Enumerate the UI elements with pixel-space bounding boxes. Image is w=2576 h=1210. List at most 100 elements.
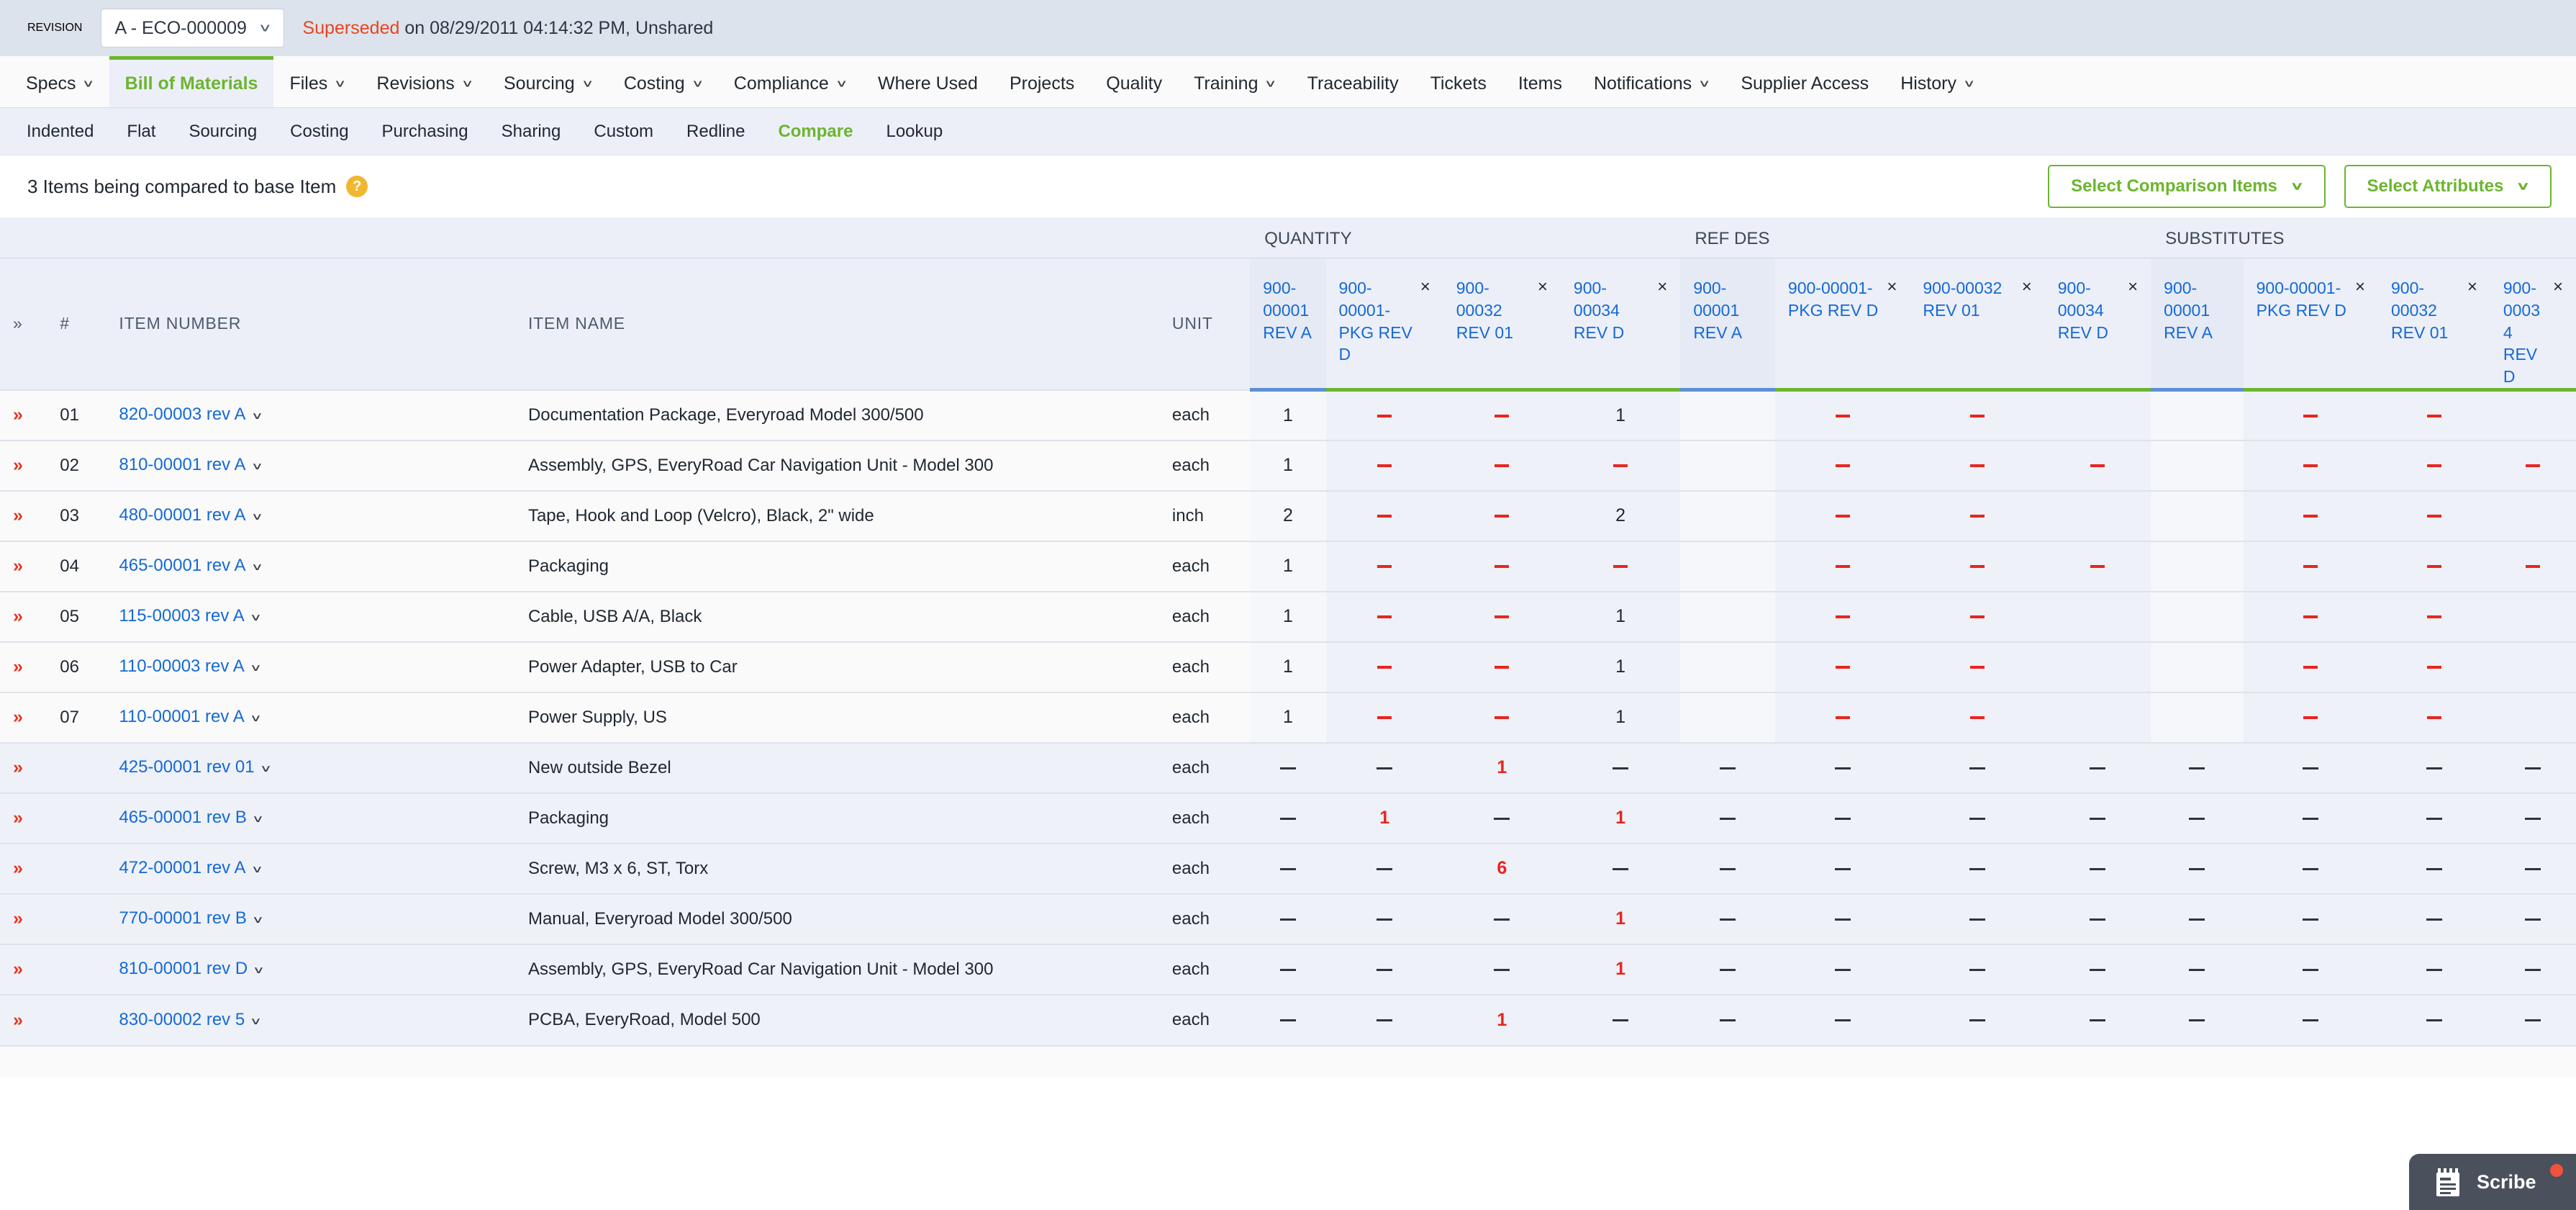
difference-dash-icon bbox=[1377, 716, 1392, 720]
row-expand-button[interactable]: » bbox=[0, 691, 47, 743]
main-tab-where-used[interactable]: Where Used bbox=[862, 56, 994, 107]
cell-substitutes-3 bbox=[2378, 641, 2490, 692]
item-number-link[interactable]: 465-00001 rev B bbox=[119, 808, 246, 827]
main-tab-items[interactable]: Items bbox=[1502, 56, 1578, 107]
sub-tab-compare[interactable]: Compare bbox=[761, 122, 869, 142]
chevron-down-icon[interactable]: ∨ bbox=[259, 764, 271, 773]
sub-tab-indented[interactable]: Indented bbox=[10, 122, 110, 142]
row-expand-button[interactable]: » bbox=[0, 741, 47, 793]
chevron-down-icon[interactable]: ∨ bbox=[250, 1016, 262, 1026]
comparison-item-link[interactable]: 900-00001-PKG REV D bbox=[1339, 277, 1415, 366]
sub-tab-lookup[interactable]: Lookup bbox=[869, 122, 959, 142]
close-icon[interactable]: × bbox=[1657, 277, 1667, 296]
row-expand-button[interactable]: » bbox=[0, 792, 47, 844]
chevron-down-icon[interactable]: ∨ bbox=[250, 562, 263, 572]
row-expand-button[interactable]: » bbox=[0, 489, 47, 541]
cell-refdes-4 bbox=[2044, 943, 2151, 995]
comparison-item-link[interactable]: 900-00001 REV A bbox=[1693, 277, 1762, 343]
close-icon[interactable]: × bbox=[1887, 277, 1897, 296]
chevron-down-icon[interactable]: ∨ bbox=[250, 663, 262, 672]
item-number-link[interactable]: 472-00001 rev A bbox=[119, 858, 245, 877]
comparison-item-link[interactable]: 900-00001 REV A bbox=[2164, 277, 2230, 343]
close-icon[interactable]: × bbox=[2022, 277, 2032, 296]
chevron-down-icon[interactable]: ∨ bbox=[253, 965, 265, 975]
close-icon[interactable]: × bbox=[2553, 277, 2563, 296]
main-tab-history[interactable]: History ∨ bbox=[1885, 56, 1990, 107]
comparison-item-link[interactable]: 900-00032 REV 01 bbox=[1923, 277, 2015, 322]
chevron-down-icon[interactable]: ∨ bbox=[250, 864, 263, 874]
scribe-widget[interactable]: Scribe bbox=[2409, 1154, 2576, 1210]
row-expand-button[interactable]: » bbox=[0, 943, 47, 995]
main-tab-specs[interactable]: Specs ∨ bbox=[10, 56, 109, 107]
item-number-link[interactable]: 480-00001 rev A bbox=[119, 505, 245, 525]
revision-select[interactable]: A - ECO-000009 ∨ bbox=[101, 9, 284, 48]
row-expand-button[interactable]: » bbox=[0, 641, 47, 692]
comparison-item-link[interactable]: 900-00032 REV 01 bbox=[1456, 277, 1532, 343]
sub-tab-sharing[interactable]: Sharing bbox=[485, 122, 578, 142]
item-number-link[interactable]: 830-00002 rev 5 bbox=[119, 1010, 245, 1029]
main-tab-notifications[interactable]: Notifications ∨ bbox=[1578, 56, 1725, 107]
item-number-link[interactable]: 810-00001 rev A bbox=[119, 455, 245, 474]
comparison-item-link[interactable]: 900-00034 REV D bbox=[2058, 277, 2122, 343]
item-number-link[interactable]: 770-00001 rev B bbox=[119, 908, 246, 928]
comparison-item-link[interactable]: 900-00001-PKG REV D bbox=[1788, 277, 1881, 322]
comparison-item-link[interactable]: 900-00001-PKG REV D bbox=[2257, 277, 2349, 322]
main-tab-quality[interactable]: Quality bbox=[1090, 56, 1178, 107]
main-tab-sourcing[interactable]: Sourcing ∨ bbox=[488, 56, 608, 107]
main-tab-tickets[interactable]: Tickets bbox=[1415, 56, 1502, 107]
row-expand-button[interactable]: » bbox=[0, 842, 47, 894]
row-expand-button[interactable]: » bbox=[0, 590, 47, 642]
chevron-down-icon[interactable]: ∨ bbox=[252, 814, 264, 823]
close-icon[interactable]: × bbox=[1538, 277, 1548, 296]
chevron-down-icon[interactable]: ∨ bbox=[250, 713, 262, 723]
sub-tab-flat[interactable]: Flat bbox=[110, 122, 172, 142]
item-number-link[interactable]: 465-00001 rev A bbox=[119, 556, 245, 575]
item-number-link[interactable]: 425-00001 rev 01 bbox=[119, 757, 254, 777]
select-attributes-button[interactable]: Select Attributes ∨ bbox=[2344, 165, 2552, 208]
close-icon[interactable]: × bbox=[2467, 277, 2477, 296]
item-number-cell: 465-00001 rev B ∨ bbox=[106, 792, 515, 844]
sub-tab-sourcing[interactable]: Sourcing bbox=[172, 122, 273, 142]
main-tab-files[interactable]: Files ∨ bbox=[273, 56, 360, 107]
chevron-down-icon[interactable]: ∨ bbox=[250, 411, 263, 420]
sub-tab-purchasing[interactable]: Purchasing bbox=[366, 122, 485, 142]
main-tab-projects[interactable]: Projects bbox=[994, 56, 1090, 107]
chevron-down-icon[interactable]: ∨ bbox=[250, 461, 263, 471]
item-number-link[interactable]: 820-00003 rev A bbox=[119, 405, 245, 424]
help-icon[interactable]: ? bbox=[346, 176, 368, 197]
empty-dash-icon bbox=[1834, 867, 1851, 870]
comparison-item-link[interactable]: 900-00034 REV D bbox=[1574, 277, 1651, 343]
main-tab-costing[interactable]: Costing ∨ bbox=[608, 56, 718, 107]
close-icon[interactable]: × bbox=[1420, 277, 1430, 296]
comparison-item-link[interactable]: 900-00032 REV 01 bbox=[2391, 277, 2462, 343]
main-tab-bill-of-materials[interactable]: Bill of Materials bbox=[109, 56, 274, 107]
main-tab-supplier-access[interactable]: Supplier Access bbox=[1725, 56, 1885, 107]
item-number-link[interactable]: 810-00001 rev D bbox=[119, 959, 248, 978]
expand-all-icon[interactable]: » bbox=[0, 257, 47, 390]
item-number-link[interactable]: 110-00003 rev A bbox=[119, 656, 244, 676]
row-expand-button[interactable]: » bbox=[0, 389, 47, 441]
close-icon[interactable]: × bbox=[2355, 277, 2365, 296]
main-tab-compliance[interactable]: Compliance ∨ bbox=[718, 56, 862, 107]
chevron-down-icon[interactable]: ∨ bbox=[250, 613, 262, 622]
main-tab-training[interactable]: Training ∨ bbox=[1178, 56, 1292, 107]
sub-tab-redline[interactable]: Redline bbox=[670, 122, 761, 142]
sub-tab-costing[interactable]: Costing bbox=[273, 122, 365, 142]
main-tab-traceability[interactable]: Traceability bbox=[1292, 56, 1415, 107]
main-tab-revisions[interactable]: Revisions ∨ bbox=[360, 56, 488, 107]
sub-tab-custom[interactable]: Custom bbox=[577, 122, 670, 142]
item-number-link[interactable]: 115-00003 rev A bbox=[119, 606, 244, 626]
row-expand-button[interactable]: » bbox=[0, 993, 47, 1045]
comparison-item-link[interactable]: 900-00034 REV D bbox=[2503, 277, 2547, 388]
expand-icon: » bbox=[13, 505, 23, 526]
row-expand-button[interactable]: » bbox=[0, 540, 47, 592]
comparison-item-link[interactable]: 900-00001 REV A bbox=[1263, 277, 1312, 343]
chevron-down-icon[interactable]: ∨ bbox=[250, 512, 263, 521]
row-expand-button[interactable]: » bbox=[0, 893, 47, 944]
select-comparison-items-button[interactable]: Select Comparison Items ∨ bbox=[2048, 165, 2326, 208]
close-icon[interactable]: × bbox=[2128, 277, 2138, 296]
item-number-link[interactable]: 110-00001 rev A bbox=[119, 707, 244, 726]
row-expand-button[interactable]: » bbox=[0, 439, 47, 491]
chevron-down-icon[interactable]: ∨ bbox=[252, 915, 264, 924]
group-header-spacer bbox=[0, 217, 1251, 258]
